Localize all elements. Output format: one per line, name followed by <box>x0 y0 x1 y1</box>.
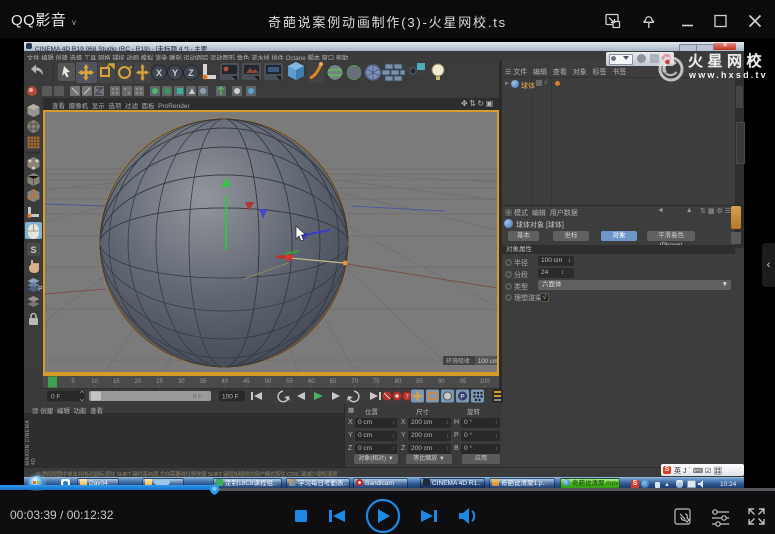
svg-text:10: 10 <box>91 379 98 385</box>
svg-text:25: 25 <box>156 379 163 385</box>
svg-text:Z: Z <box>188 68 194 78</box>
svg-text:S: S <box>30 245 36 255</box>
svg-text:65: 65 <box>330 379 337 385</box>
svg-text:20: 20 <box>135 379 142 385</box>
svg-text:30: 30 <box>178 379 185 385</box>
svg-text:55: 55 <box>286 379 293 385</box>
svg-text:100 F: 100 F <box>222 394 239 401</box>
svg-text:70: 70 <box>351 379 358 385</box>
svg-text:环境吸收: 环境吸收 <box>446 357 470 365</box>
svg-text:85: 85 <box>416 379 423 385</box>
svg-text:40: 40 <box>221 379 228 385</box>
svg-text:90: 90 <box>438 379 445 385</box>
svg-text:0 F: 0 F <box>193 395 202 401</box>
svg-text:100: 100 <box>480 379 491 385</box>
svg-text:35: 35 <box>200 379 207 385</box>
svg-text:50: 50 <box>265 379 272 385</box>
svg-text:Y: Y <box>172 68 178 78</box>
svg-text:P: P <box>460 394 464 401</box>
svg-text:80: 80 <box>395 379 402 385</box>
svg-text:X: X <box>156 68 162 78</box>
svg-text:95: 95 <box>460 379 467 385</box>
svg-text:60: 60 <box>308 379 315 385</box>
svg-text:75: 75 <box>373 379 380 385</box>
svg-text:5: 5 <box>71 379 75 385</box>
svg-text:100 cm: 100 cm <box>478 359 497 365</box>
svg-text:15: 15 <box>113 379 120 385</box>
svg-text:0 F: 0 F <box>51 394 60 401</box>
svg-text:45: 45 <box>243 379 250 385</box>
